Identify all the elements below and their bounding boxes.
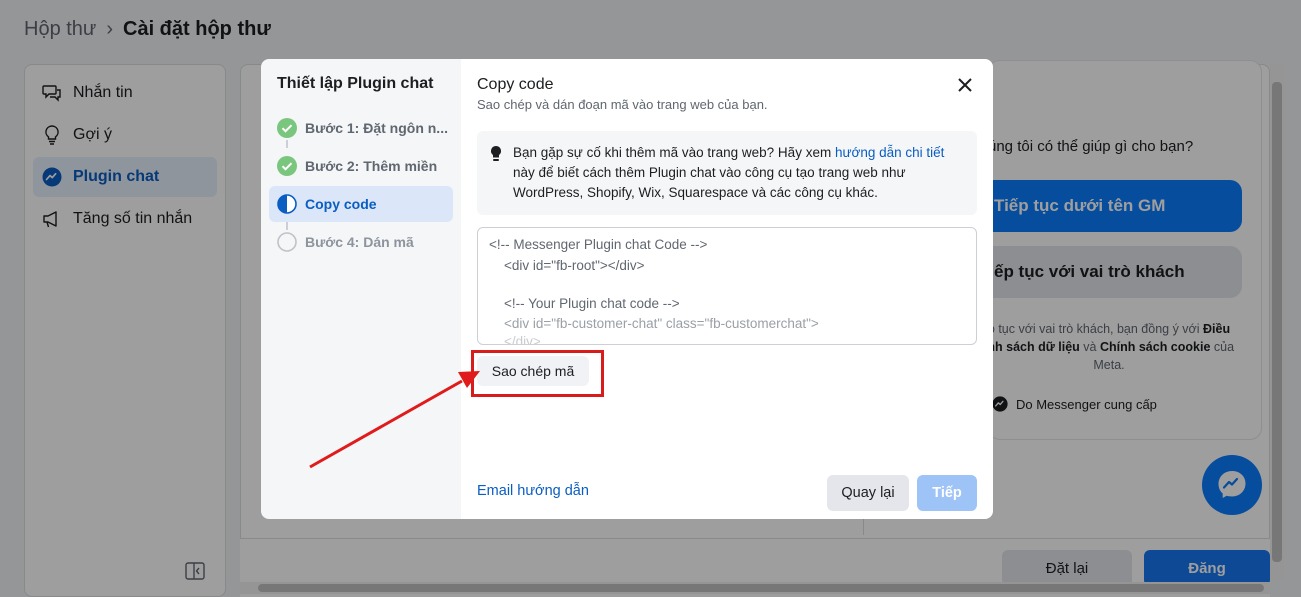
step-label: Copy code <box>305 196 377 212</box>
step-label: Bước 4: Dán mã <box>305 234 414 250</box>
code-line: </div> <box>489 334 541 345</box>
help-tip-text: Bạn gặp sự cố khi thêm mã vào trang web?… <box>513 143 963 203</box>
code-line: <!-- Messenger Plugin chat Code --> <box>489 237 708 252</box>
code-snippet-box[interactable]: <!-- Messenger Plugin chat Code --> <div… <box>477 227 977 345</box>
step-connector <box>286 140 288 148</box>
check-circle-icon <box>277 118 297 138</box>
step-label: Bước 1: Đặt ngôn n... <box>305 120 448 136</box>
next-button[interactable]: Tiếp <box>917 475 977 511</box>
step-2[interactable]: Bước 2: Thêm miền <box>269 148 453 184</box>
close-icon[interactable] <box>953 73 977 97</box>
dialog-subtitle: Sao chép và dán đoạn mã vào trang web củ… <box>477 97 768 112</box>
detailed-guide-link[interactable]: hướng dẫn chi tiết <box>835 145 944 160</box>
code-line: <div id="fb-root"></div> <box>489 258 645 273</box>
tip-text-part: Bạn gặp sự cố khi thêm mã vào trang web?… <box>513 145 832 160</box>
lightbulb-icon <box>491 146 501 161</box>
tip-text-part: này để biết cách thêm Plugin chat vào cô… <box>513 165 906 200</box>
email-instructions-link[interactable]: Email hướng dẫn <box>477 483 589 499</box>
annotation-highlight-box <box>471 350 604 397</box>
dialog-title: Copy code <box>477 76 554 93</box>
half-circle-progress-icon <box>277 194 297 214</box>
back-button[interactable]: Quay lại <box>827 475 909 511</box>
check-circle-icon <box>277 156 297 176</box>
empty-circle-icon <box>277 232 297 252</box>
step-3[interactable]: Copy code <box>269 186 453 222</box>
step-1[interactable]: Bước 1: Đặt ngôn n... <box>269 110 453 146</box>
code-line: <div id="fb-customer-chat" class="fb-cus… <box>489 316 819 331</box>
step-4[interactable]: Bước 4: Dán mã <box>269 224 453 260</box>
step-label: Bước 2: Thêm miền <box>305 158 438 174</box>
code-line: <!-- Your Plugin chat code --> <box>489 296 680 311</box>
setup-title: Thiết lập Plugin chat <box>277 75 434 92</box>
